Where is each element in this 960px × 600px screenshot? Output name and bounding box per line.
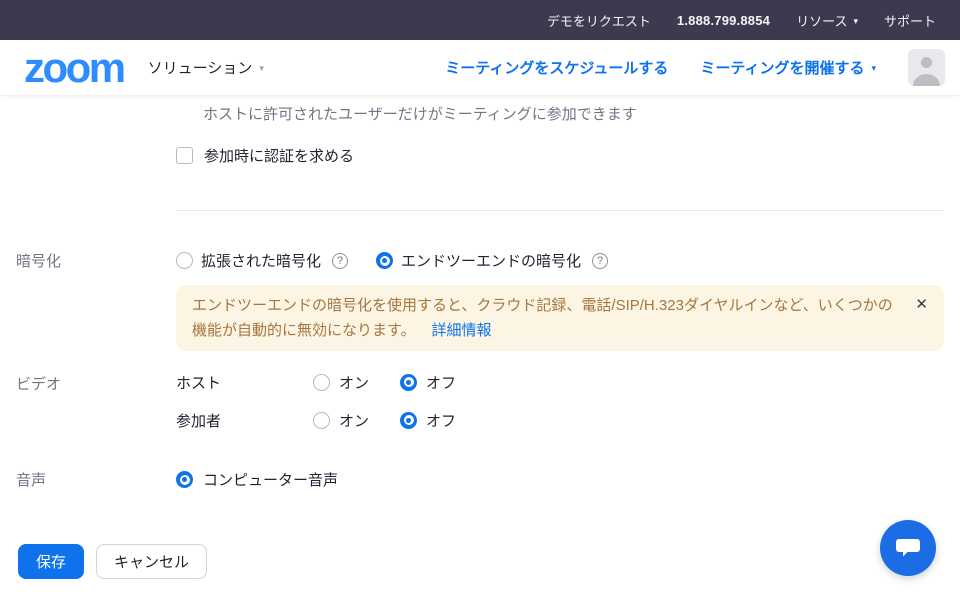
chat-fab-button[interactable]: [880, 520, 936, 576]
host-video-off-option[interactable]: オフ: [400, 372, 456, 393]
setting-description: ホストに許可されたユーザーだけがミーティングに参加できます: [203, 103, 637, 124]
on-label: オン: [339, 372, 369, 393]
host-meeting-label: ミーティングを開催する: [700, 57, 864, 78]
resources-menu[interactable]: リソース ▾: [796, 11, 858, 30]
help-icon[interactable]: ?: [592, 253, 608, 269]
cancel-button[interactable]: キャンセル: [96, 544, 207, 579]
video-section-label: ビデオ: [16, 373, 61, 394]
support-link[interactable]: サポート: [884, 11, 936, 30]
chat-bubble-icon: [895, 536, 921, 560]
main-header: zoom ソリューション ▾ ミーティングをスケジュールする ミーティングを開催…: [0, 40, 960, 96]
top-utility-bar: デモをリクエスト 1.888.799.8854 リソース ▾ サポート: [0, 0, 960, 40]
off-label: オフ: [426, 372, 456, 393]
help-icon[interactable]: ?: [332, 253, 348, 269]
zoom-logo[interactable]: zoom: [24, 47, 124, 89]
encryption-section-label: 暗号化: [16, 250, 61, 271]
radio-checked-icon[interactable]: [376, 252, 393, 269]
section-divider: [176, 210, 944, 211]
video-host-row: ホスト オン オフ: [176, 373, 456, 391]
enhanced-encryption-option[interactable]: 拡張された暗号化 ?: [176, 250, 348, 271]
radio-unchecked-icon[interactable]: [313, 374, 330, 391]
require-auth-label: 参加時に認証を求める: [204, 145, 354, 166]
e2e-warning-banner: エンドツーエンドの暗号化を使用すると、クラウド記録、電話/SIP/H.323ダイ…: [176, 285, 944, 351]
schedule-meeting-link[interactable]: ミーティングをスケジュールする: [445, 57, 668, 78]
participant-video-on-option[interactable]: オン: [313, 410, 369, 431]
computer-audio-option[interactable]: コンピューター音声: [176, 469, 338, 490]
radio-unchecked-icon[interactable]: [176, 252, 193, 269]
chevron-down-icon: ▾: [259, 64, 264, 73]
video-participant-label: 参加者: [176, 410, 313, 431]
radio-unchecked-icon[interactable]: [313, 412, 330, 429]
video-participant-row: 参加者 オン オフ: [176, 411, 456, 429]
enhanced-encryption-label: 拡張された暗号化: [201, 250, 321, 271]
chevron-down-icon: ▾: [853, 17, 858, 26]
form-actions: 保存 キャンセル: [18, 544, 207, 579]
resources-label: リソース: [796, 11, 847, 30]
require-auth-option[interactable]: 参加時に認証を求める: [176, 145, 354, 166]
checkbox-icon[interactable]: [176, 147, 193, 164]
zoom-meeting-settings-page: デモをリクエスト 1.888.799.8854 リソース ▾ サポート zoom…: [0, 0, 960, 600]
video-options: ホスト オン オフ 参加者 オン オフ: [176, 373, 456, 449]
banner-message: エンドツーエンドの暗号化を使用すると、クラウド記録、電話/SIP/H.323ダイ…: [192, 293, 900, 343]
on-label: オン: [339, 410, 369, 431]
close-icon[interactable]: ✕: [915, 295, 928, 313]
host-meeting-menu[interactable]: ミーティングを開催する ▾: [700, 57, 876, 78]
user-avatar[interactable]: [908, 49, 945, 86]
e2e-encryption-option[interactable]: エンドツーエンドの暗号化 ?: [376, 250, 608, 271]
phone-number[interactable]: 1.888.799.8854: [677, 13, 770, 28]
save-button[interactable]: 保存: [18, 544, 84, 579]
participant-video-off-option[interactable]: オフ: [400, 410, 456, 431]
banner-text: エンドツーエンドの暗号化を使用すると、クラウド記録、電話/SIP/H.323ダイ…: [192, 297, 893, 339]
audio-section-label: 音声: [16, 469, 46, 490]
learn-more-link[interactable]: 詳細情報: [432, 322, 492, 339]
computer-audio-label: コンピューター音声: [203, 469, 338, 490]
radio-checked-icon[interactable]: [400, 412, 417, 429]
host-video-on-option[interactable]: オン: [313, 372, 369, 393]
solutions-label: ソリューション: [148, 57, 253, 78]
video-host-label: ホスト: [176, 372, 313, 393]
chevron-down-icon: ▾: [871, 64, 876, 73]
radio-checked-icon[interactable]: [400, 374, 417, 391]
person-icon: [908, 49, 945, 86]
header-right-nav: ミーティングをスケジュールする ミーティングを開催する ▾: [445, 49, 945, 86]
request-demo-link[interactable]: デモをリクエスト: [547, 11, 651, 30]
radio-checked-icon[interactable]: [176, 471, 193, 488]
solutions-menu[interactable]: ソリューション ▾: [148, 57, 264, 78]
off-label: オフ: [426, 410, 456, 431]
e2e-encryption-label: エンドツーエンドの暗号化: [401, 250, 581, 271]
encryption-options: 拡張された暗号化 ? エンドツーエンドの暗号化 ?: [176, 250, 608, 271]
